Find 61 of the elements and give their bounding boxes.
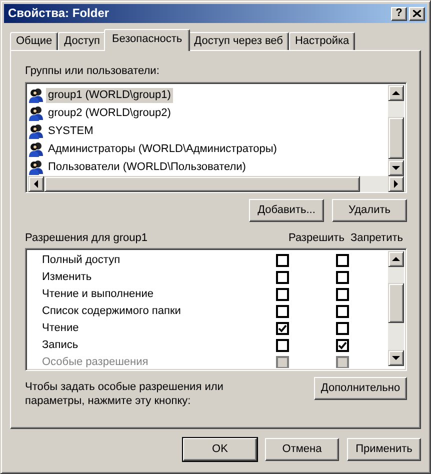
permission-name: Список содержимого папки: [41, 305, 182, 318]
permission-name: Полный доступ: [41, 254, 122, 268]
deny-checkbox[interactable]: [336, 288, 348, 302]
allow-checkbox[interactable]: [276, 271, 288, 284]
user-list-item[interactable]: Администраторы (WORLD\Администраторы): [46, 142, 279, 157]
vertical-scrollbar[interactable]: [388, 251, 404, 366]
user-list-item[interactable]: Пользователи (WORLD\Пользователи): [46, 160, 248, 175]
scrollbar-thumb[interactable]: [388, 117, 404, 160]
hint-text: Чтобы задать особые разрешения или параметры, нажмите эту кнопку:: [25, 381, 224, 408]
dialog-button[interactable]: OK: [183, 438, 257, 461]
close-icon: [413, 10, 421, 17]
scroll-down-button[interactable]: [388, 160, 404, 176]
vertical-scrollbar[interactable]: [388, 85, 404, 176]
tab[interactable]: Доступ: [58, 32, 106, 51]
users-icon: [28, 141, 44, 158]
tab[interactable]: Безопасность: [104, 29, 190, 51]
user-list-item[interactable]: group1 (WORLD\group1): [46, 88, 173, 103]
deny-checkbox[interactable]: [336, 339, 348, 352]
permission-name: Особые разрешения: [41, 356, 150, 368]
deny-checkbox[interactable]: [336, 322, 348, 336]
deny-checkbox[interactable]: [336, 254, 348, 268]
scroll-down-button[interactable]: [388, 350, 404, 366]
window-title: Свойства: Folder: [8, 6, 110, 21]
users-icon: [28, 159, 44, 176]
allow-checkbox[interactable]: [276, 288, 288, 302]
user-list-item[interactable]: SYSTEM: [46, 124, 96, 139]
scroll-up-button[interactable]: [388, 85, 404, 102]
dialog-button[interactable]: Применить: [347, 438, 421, 461]
close-button[interactable]: [409, 6, 425, 20]
scroll-right-button[interactable]: [388, 176, 404, 192]
deny-checkbox[interactable]: [336, 271, 348, 284]
horizontal-scrollbar[interactable]: [28, 176, 404, 192]
section-label: Группы или пользователи:: [25, 65, 160, 78]
allow-checkbox[interactable]: [276, 339, 288, 352]
scrollbar-thumb[interactable]: [388, 283, 404, 324]
allow-checkbox[interactable]: [276, 305, 288, 318]
users-icon: [28, 123, 44, 140]
tab[interactable]: Доступ через веб: [188, 32, 289, 51]
scroll-up-button[interactable]: [388, 251, 404, 268]
action-button[interactable]: Удалить: [332, 199, 407, 222]
tab[interactable]: Общие: [10, 32, 58, 51]
permission-name: Запись: [41, 339, 80, 352]
column-header: Разрешить: [288, 232, 344, 246]
scroll-left-button[interactable]: [28, 176, 44, 192]
dialog-button[interactable]: Отмена: [265, 438, 339, 461]
deny-checkbox[interactable]: [336, 305, 348, 318]
users-icon: [28, 87, 44, 104]
user-list-item[interactable]: group2 (WORLD\group2): [46, 106, 173, 121]
tab[interactable]: Настройка: [288, 32, 356, 51]
section-label: Разрешения для group1: [25, 232, 149, 246]
advanced-button[interactable]: Дополнительно: [314, 377, 407, 400]
permission-name: Изменить: [41, 271, 93, 284]
users-icon: [28, 105, 44, 122]
permission-name: Чтение и выполнение: [41, 288, 154, 302]
allow-checkbox[interactable]: [276, 322, 288, 336]
column-header: Запретить: [350, 232, 403, 246]
allow-checkbox[interactable]: [276, 254, 288, 268]
permission-name: Чтение: [41, 322, 80, 336]
scrollbar-thumb[interactable]: [44, 176, 360, 192]
help-button[interactable]: ?: [391, 6, 407, 20]
action-button[interactable]: Добавить...: [249, 199, 324, 222]
